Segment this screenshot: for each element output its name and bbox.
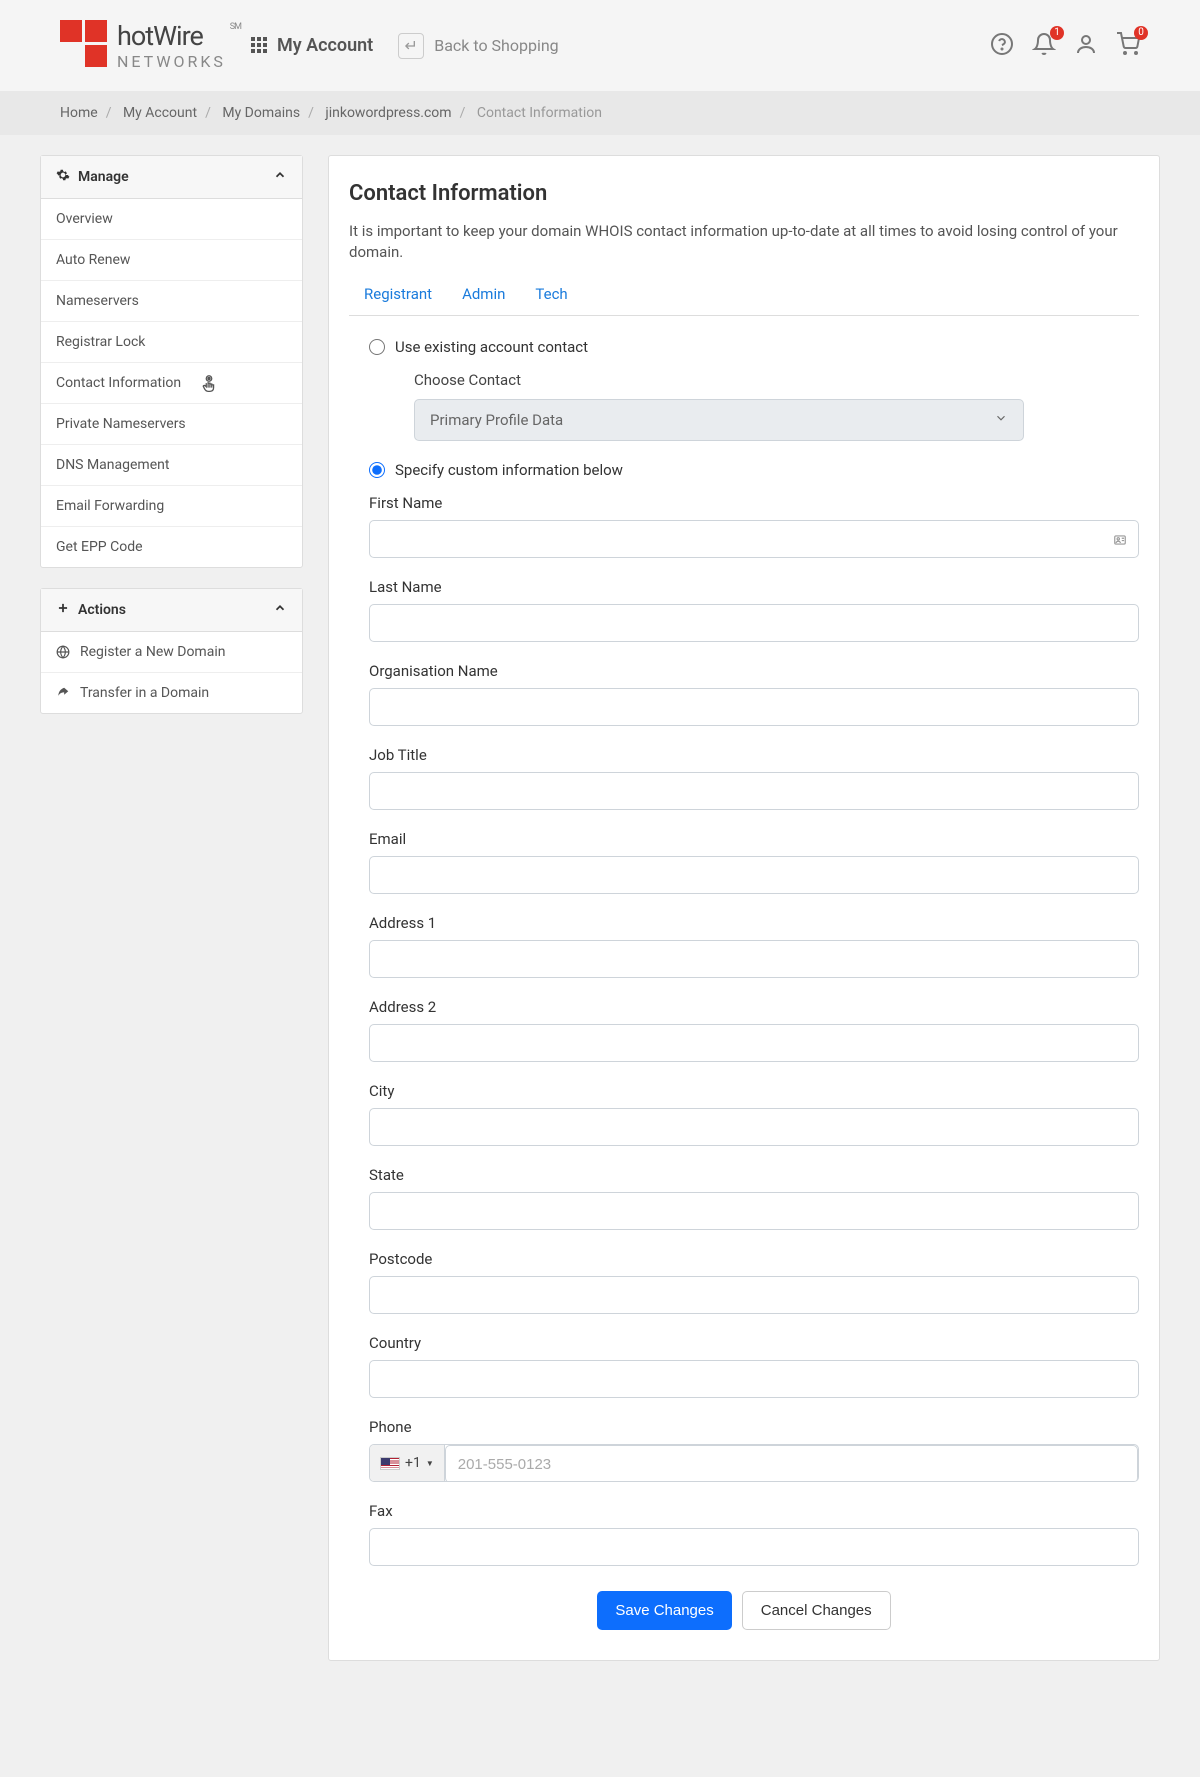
- label-last-name: Last Name: [369, 578, 1139, 596]
- panel-manage-header[interactable]: Manage: [41, 156, 302, 199]
- plus-icon: [56, 601, 70, 619]
- cart-icon[interactable]: 0: [1116, 32, 1140, 60]
- phone-input-group: +1 ▼: [369, 1444, 1139, 1482]
- choose-contact-select[interactable]: Primary Profile Data: [414, 399, 1024, 441]
- tab-tech[interactable]: Tech: [535, 285, 567, 303]
- sidebar-item-registrar-lock[interactable]: Registrar Lock: [41, 322, 302, 363]
- notifications-badge: 1: [1050, 26, 1064, 40]
- tab-admin[interactable]: Admin: [462, 285, 505, 303]
- input-first-name[interactable]: [369, 520, 1139, 558]
- sidebar-item-nameservers[interactable]: Nameservers: [41, 281, 302, 322]
- gear-icon: [56, 168, 70, 186]
- logo[interactable]: hotWireSM NETWORKS: [60, 20, 226, 71]
- radio-existing-label: Use existing account contact: [395, 338, 588, 356]
- logo-icon: [60, 20, 107, 67]
- breadcrumb-domain[interactable]: jinkowordpress.com: [325, 105, 451, 121]
- label-city: City: [369, 1082, 1139, 1100]
- sidebar-item-get-epp-code[interactable]: Get EPP Code: [41, 527, 302, 567]
- save-button[interactable]: Save Changes: [597, 1591, 731, 1630]
- choose-contact-label: Choose Contact: [414, 371, 1139, 389]
- us-flag-icon: [380, 1457, 400, 1470]
- chevron-up-icon: [273, 601, 287, 619]
- page-title: Contact Information: [349, 181, 1139, 206]
- input-address2[interactable]: [369, 1024, 1139, 1062]
- input-address1[interactable]: [369, 940, 1139, 978]
- label-fax: Fax: [369, 1502, 1139, 1520]
- sidebar: Manage Overview Auto Renew Nameservers R…: [40, 155, 303, 734]
- caret-down-icon: ▼: [426, 1459, 434, 1468]
- breadcrumb-my-account[interactable]: My Account: [123, 105, 197, 121]
- input-fax[interactable]: [369, 1528, 1139, 1566]
- phone-prefix-text: +1: [405, 1455, 421, 1471]
- input-city[interactable]: [369, 1108, 1139, 1146]
- radio-custom-input[interactable]: [369, 462, 385, 478]
- panel-actions-header[interactable]: Actions: [41, 589, 302, 632]
- apps-grid-icon: [251, 37, 269, 55]
- share-icon: [56, 686, 70, 700]
- breadcrumb: Home/ My Account/ My Domains/ jinkowordp…: [0, 91, 1200, 135]
- label-address2: Address 2: [369, 998, 1139, 1016]
- sidebar-item-dns-management[interactable]: DNS Management: [41, 445, 302, 486]
- page-intro: It is important to keep your domain WHOI…: [349, 221, 1139, 263]
- my-account-link[interactable]: My Account: [251, 35, 373, 56]
- label-first-name: First Name: [369, 494, 1139, 512]
- content-panel: Contact Information It is important to k…: [328, 155, 1160, 1661]
- brand-name: hotWireSM: [117, 20, 226, 52]
- back-shopping-label: Back to Shopping: [434, 36, 558, 55]
- input-phone[interactable]: [445, 1445, 1138, 1482]
- choose-contact-value: Primary Profile Data: [430, 411, 563, 429]
- tab-registrant[interactable]: Registrant: [364, 285, 432, 303]
- action-transfer-domain[interactable]: Transfer in a Domain: [41, 673, 302, 713]
- label-country: Country: [369, 1334, 1139, 1352]
- radio-existing-input[interactable]: [369, 339, 385, 355]
- globe-icon: [56, 645, 70, 659]
- notifications-icon[interactable]: 1: [1032, 32, 1056, 60]
- contact-card-icon: [1113, 533, 1127, 551]
- tabs: Registrant Admin Tech: [349, 285, 1139, 316]
- sidebar-item-overview[interactable]: Overview: [41, 199, 302, 240]
- help-icon[interactable]: [990, 32, 1014, 60]
- radio-custom[interactable]: Specify custom information below: [349, 461, 1139, 479]
- my-account-label: My Account: [277, 35, 373, 56]
- panel-manage-title: Manage: [78, 169, 129, 185]
- label-email: Email: [369, 830, 1139, 848]
- cancel-button[interactable]: Cancel Changes: [742, 1591, 891, 1630]
- breadcrumb-active: Contact Information: [477, 105, 602, 121]
- top-header: hotWireSM NETWORKS My Account ↵ Back to …: [0, 0, 1200, 91]
- panel-actions-title: Actions: [78, 602, 126, 618]
- brand-sub: NETWORKS: [117, 52, 226, 71]
- label-postcode: Postcode: [369, 1250, 1139, 1268]
- label-address1: Address 1: [369, 914, 1139, 932]
- radio-use-existing[interactable]: Use existing account contact: [349, 338, 1139, 356]
- chevron-up-icon: [273, 168, 287, 186]
- sidebar-item-private-nameservers[interactable]: Private Nameservers: [41, 404, 302, 445]
- input-country[interactable]: [369, 1360, 1139, 1398]
- panel-actions: Actions Register a New Domain Transfer i…: [40, 588, 303, 714]
- input-postcode[interactable]: [369, 1276, 1139, 1314]
- input-state[interactable]: [369, 1192, 1139, 1230]
- input-org[interactable]: [369, 688, 1139, 726]
- panel-manage: Manage Overview Auto Renew Nameservers R…: [40, 155, 303, 568]
- sidebar-item-auto-renew[interactable]: Auto Renew: [41, 240, 302, 281]
- user-icon[interactable]: [1074, 32, 1098, 60]
- phone-country-selector[interactable]: +1 ▼: [370, 1445, 445, 1481]
- return-icon: ↵: [398, 33, 424, 59]
- cart-badge: 0: [1134, 26, 1148, 40]
- breadcrumb-home[interactable]: Home: [60, 105, 98, 121]
- sidebar-item-email-forwarding[interactable]: Email Forwarding: [41, 486, 302, 527]
- label-org: Organisation Name: [369, 662, 1139, 680]
- chevron-down-icon: [994, 411, 1008, 429]
- label-state: State: [369, 1166, 1139, 1184]
- back-to-shopping[interactable]: ↵ Back to Shopping: [398, 33, 558, 59]
- action-register-domain[interactable]: Register a New Domain: [41, 632, 302, 673]
- input-last-name[interactable]: [369, 604, 1139, 642]
- label-phone: Phone: [369, 1418, 1139, 1436]
- input-email[interactable]: [369, 856, 1139, 894]
- input-job-title[interactable]: [369, 772, 1139, 810]
- sidebar-item-contact-information[interactable]: Contact Information: [41, 363, 302, 404]
- radio-custom-label: Specify custom information below: [395, 461, 623, 479]
- label-job-title: Job Title: [369, 746, 1139, 764]
- pointer-cursor-icon: [198, 373, 220, 395]
- breadcrumb-my-domains[interactable]: My Domains: [222, 105, 300, 121]
